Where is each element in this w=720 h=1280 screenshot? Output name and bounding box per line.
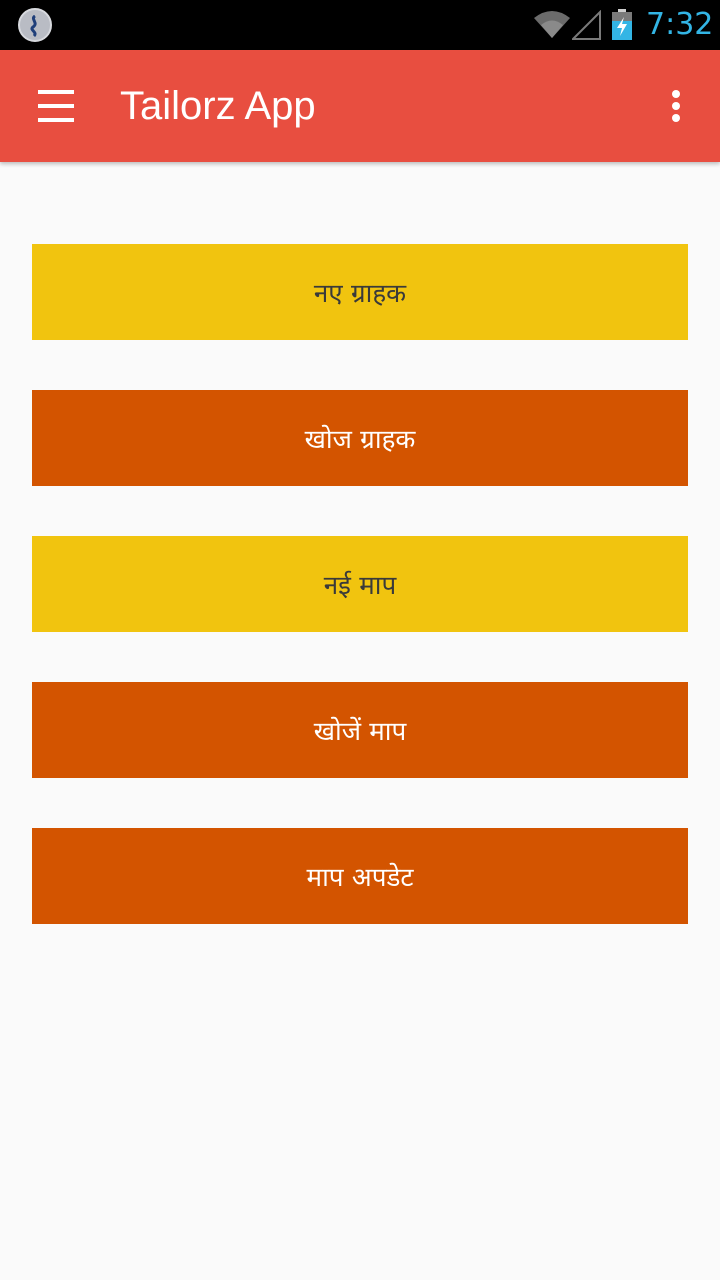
- app-bar: Tailorz App: [0, 50, 720, 162]
- search-measurement-button[interactable]: खोजें माप: [32, 682, 688, 778]
- menu-icon[interactable]: [28, 82, 84, 130]
- battery-charging-icon: [612, 9, 632, 40]
- status-bar: 7:32: [0, 0, 720, 50]
- new-customer-button[interactable]: नए ग्राहक: [32, 244, 688, 340]
- app-notification-icon: [18, 8, 52, 42]
- update-measurement-button[interactable]: माप अपडेट: [32, 828, 688, 924]
- signal-icon: [572, 10, 601, 40]
- overflow-menu-icon[interactable]: [652, 80, 700, 132]
- search-customer-button[interactable]: खोज ग्राहक: [32, 390, 688, 486]
- wifi-icon: [534, 11, 570, 38]
- new-measurement-button[interactable]: नई माप: [32, 536, 688, 632]
- app-title: Tailorz App: [120, 84, 316, 128]
- status-time: 7:32: [646, 7, 714, 42]
